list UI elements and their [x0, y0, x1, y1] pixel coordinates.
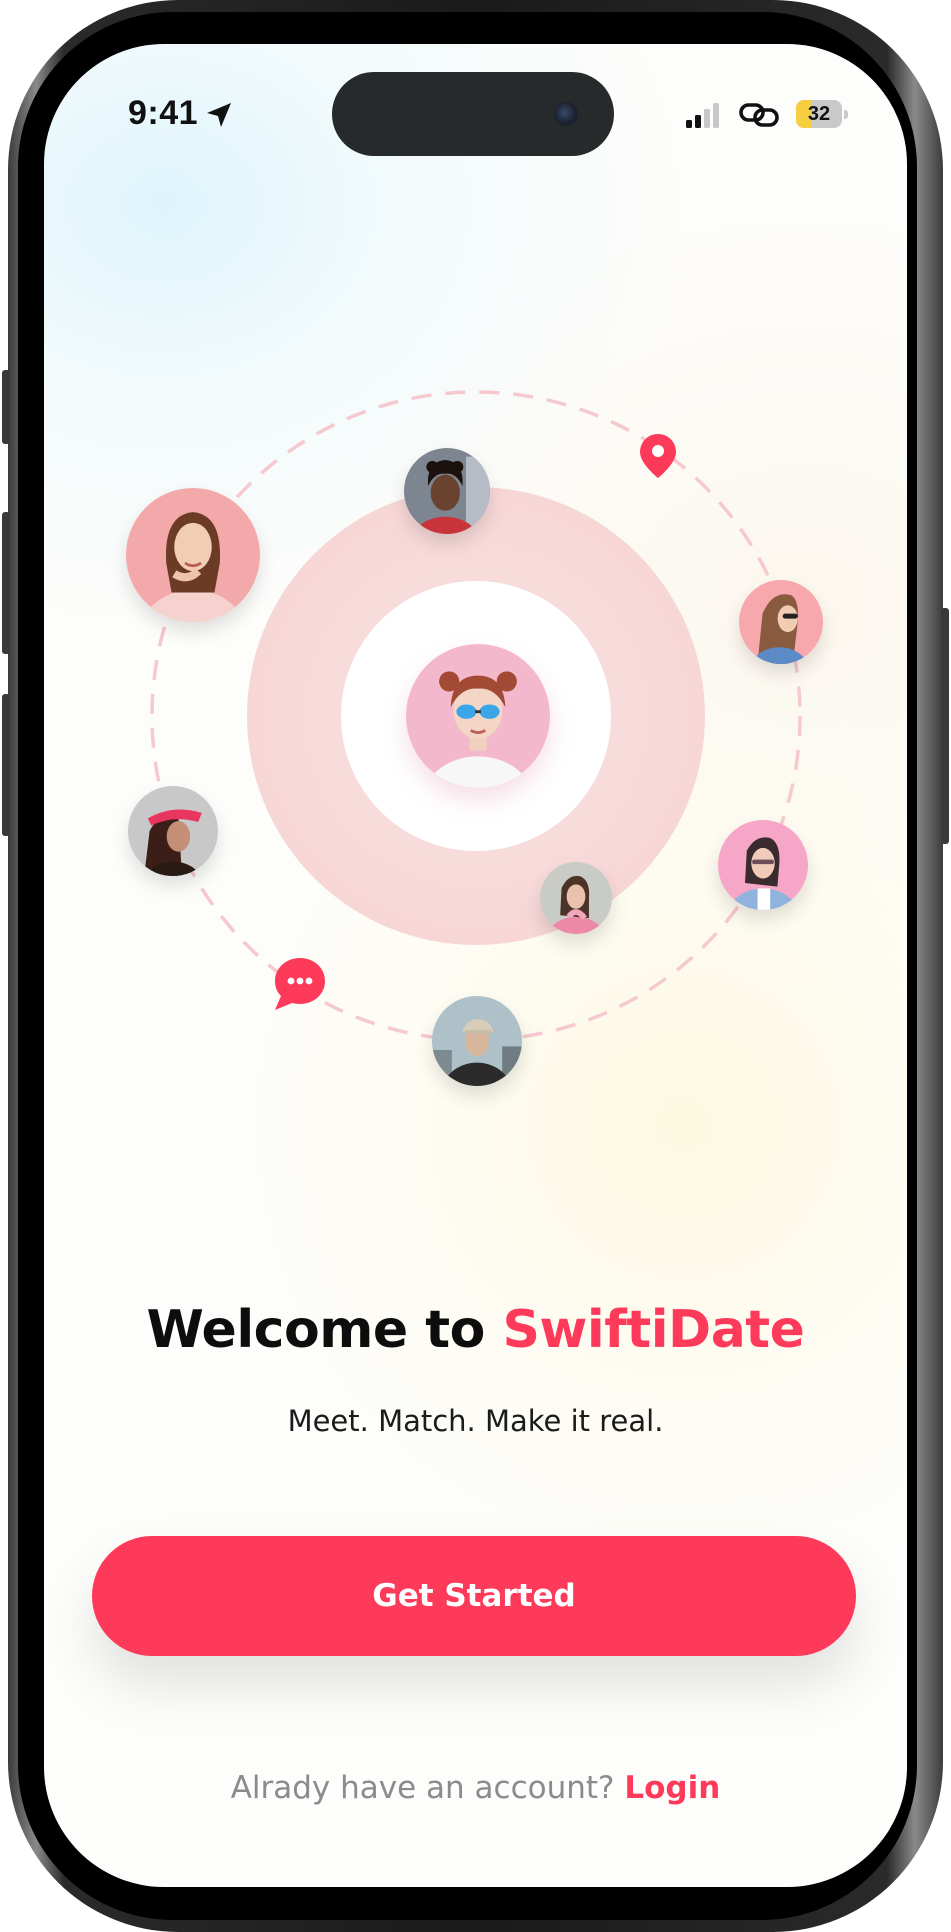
battery-icon: 32	[796, 100, 848, 130]
chat-bubble-icon	[275, 958, 325, 1010]
center-avatar	[406, 644, 550, 788]
young-man-curly-hair-photo	[404, 448, 490, 534]
location-pin-icon	[640, 434, 676, 478]
status-time: 9:41	[128, 94, 199, 132]
orbit-avatar-woman-pink-visor[interactable]	[128, 786, 218, 876]
user-with-sunglasses-photo	[406, 644, 550, 788]
action-button	[2, 370, 10, 444]
brand-name: SwiftiDate	[502, 1300, 805, 1360]
woman-blue-jacket-glasses-photo	[718, 820, 808, 910]
orbit-avatar-woman-sunglasses-profile[interactable]	[739, 580, 823, 664]
orbit-avatar-young-man-curly-hair[interactable]	[404, 448, 490, 534]
battery-level: 32	[807, 103, 831, 125]
dynamic-island	[332, 72, 614, 156]
canvas: 9:41 32 Welcome to SwiftiDate Meet. Matc…	[0, 0, 951, 1932]
welcome-prefix: Welcome to	[146, 1300, 503, 1360]
woman-pink-visor-photo	[128, 786, 218, 876]
power-button	[941, 608, 949, 844]
orbit-avatar-woman-pink-hoodie[interactable]	[540, 862, 612, 934]
login-row: Alrady have an account? Login	[44, 1770, 907, 1806]
tagline: Meet. Match. Make it real.	[287, 1404, 664, 1438]
login-prompt: Alrady have an account?	[230, 1770, 615, 1806]
login-link[interactable]: Login	[624, 1770, 720, 1806]
woman-pink-hoodie-photo	[540, 862, 612, 934]
front-camera	[554, 102, 578, 126]
volume-up-button	[2, 512, 10, 654]
man-in-cap-photo	[432, 996, 522, 1086]
woman-sunglasses-profile-photo	[739, 580, 823, 664]
woman-hand-on-chin-photo	[126, 488, 260, 622]
orbit-avatar-woman-hand-on-chin[interactable]	[126, 488, 260, 622]
orbit-avatar-woman-blue-jacket-glasses[interactable]	[718, 820, 808, 910]
app-screen: 9:41 32 Welcome to SwiftiDate Meet. Matc…	[44, 44, 907, 1887]
get-started-button[interactable]: Get Started	[92, 1536, 856, 1656]
volume-down-button	[2, 694, 10, 836]
welcome-title: Welcome to SwiftiDate	[44, 1300, 907, 1360]
get-started-label: Get Started	[372, 1578, 576, 1614]
location-arrow-icon	[207, 103, 231, 127]
cellular-signal-icon	[686, 103, 719, 128]
link-icon	[739, 103, 779, 127]
battery-tip	[844, 110, 848, 119]
battery-body: 32	[796, 100, 842, 128]
orbit-avatar-man-in-cap[interactable]	[432, 996, 522, 1086]
